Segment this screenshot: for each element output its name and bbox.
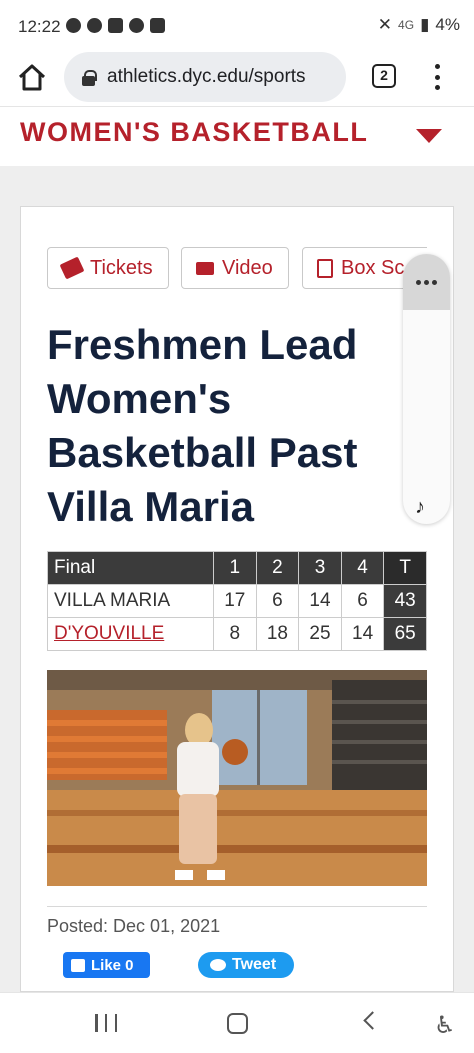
ticket-icon	[59, 256, 85, 280]
home-icon[interactable]	[16, 62, 48, 94]
game-links: Tickets Video Box Sc	[47, 247, 427, 291]
mute-icon: ✕	[377, 15, 393, 34]
box-score-label: Box Sc	[341, 256, 405, 279]
like-label: Like 0	[91, 956, 134, 974]
address-bar[interactable]: athletics.dyc.edu/sports	[64, 52, 346, 102]
more-options-icon[interactable]	[403, 254, 450, 310]
youtube-icon	[150, 18, 165, 33]
score-q3: 14	[298, 584, 342, 618]
signal-icon: ▮	[420, 15, 430, 34]
notification-icons	[66, 18, 165, 33]
header-q1: 1	[213, 551, 257, 585]
game-photo	[47, 670, 427, 886]
score-total: 43	[383, 584, 427, 618]
browser-toolbar: athletics.dyc.edu/sports 2	[0, 52, 474, 104]
box-score-table: Final 1 2 3 4 T VILLA MARIA 17 6 14 6 43…	[47, 551, 427, 651]
menu-dot-icon	[434, 64, 440, 69]
messenger-icon	[66, 18, 81, 33]
home-button-icon[interactable]	[227, 1013, 248, 1034]
posted-date: Posted: Dec 01, 2021	[47, 916, 221, 936]
box-score-icon	[317, 258, 333, 278]
menu-dot-icon	[434, 74, 440, 80]
thumbs-up-icon	[71, 958, 85, 972]
box-score-header-row: Final 1 2 3 4 T	[47, 551, 427, 585]
back-icon[interactable]	[363, 1011, 382, 1030]
recent-apps-icon[interactable]	[95, 1014, 117, 1032]
table-row: D'YOUVILLE 8 18 25 14 65	[47, 617, 427, 651]
sport-title: WOMEN'S BASKETBALL	[20, 117, 369, 147]
reddit-icon	[87, 18, 102, 33]
tweet-label: Tweet	[232, 956, 277, 973]
score-q4: 14	[340, 617, 385, 651]
lock-icon	[82, 69, 97, 86]
team-name: VILLA MARIA	[47, 584, 214, 618]
caret-down-icon[interactable]	[416, 129, 442, 143]
video-camera-icon	[196, 261, 214, 275]
app-icon	[129, 18, 144, 33]
table-row: VILLA MARIA 17 6 14 6 43	[47, 584, 427, 618]
header-q4: 4	[340, 551, 385, 585]
score-q1: 17	[213, 584, 257, 618]
twitter-bird-icon	[210, 959, 226, 971]
menu-dot-icon	[434, 85, 440, 90]
score-q4: 6	[340, 584, 385, 618]
sport-selector[interactable]: WOMEN'S BASKETBALL	[0, 106, 474, 166]
tickets-label: Tickets	[90, 256, 153, 279]
video-button[interactable]: Video	[181, 247, 289, 289]
header-q3: 3	[298, 551, 342, 585]
divider	[47, 906, 427, 907]
battery-level: 4%	[435, 15, 460, 34]
floating-tools-panel[interactable]: ♪	[403, 254, 450, 524]
score-q1: 8	[213, 617, 257, 651]
score-q3: 25	[298, 617, 342, 651]
team-link[interactable]: D'YOUVILLE	[47, 617, 214, 651]
header-total: T	[383, 551, 427, 585]
tweet-button[interactable]: Tweet	[198, 952, 294, 978]
score-q2: 6	[255, 584, 300, 618]
tab-switcher-button[interactable]: 2	[372, 64, 396, 88]
status-time: 12:22	[18, 17, 61, 36]
game-photo-graphic	[47, 670, 427, 886]
tickets-button[interactable]: Tickets	[47, 247, 169, 289]
accessibility-icon[interactable]: ♿	[434, 1011, 456, 1040]
mail-icon	[108, 18, 123, 33]
system-status: ✕ 4G ▮ 4%	[378, 15, 460, 35]
score-total: 65	[383, 617, 427, 651]
header-final: Final	[47, 551, 214, 585]
score-q2: 18	[255, 617, 300, 651]
facebook-like-button[interactable]: Like 0	[63, 952, 150, 978]
network-type: 4G	[398, 18, 415, 32]
video-label: Video	[222, 256, 273, 279]
article-headline: Freshmen Lead Women's Basketball Past Vi…	[47, 321, 358, 530]
read-aloud-icon[interactable]: ♪	[415, 496, 425, 519]
status-bar: 12:22 ✕ 4G ▮ 4%	[0, 0, 474, 52]
url-text: athletics.dyc.edu/sports	[107, 66, 306, 87]
browser-menu-button[interactable]	[432, 64, 442, 90]
header-q2: 2	[255, 551, 300, 585]
system-navigation-bar: ♿	[0, 992, 474, 1053]
